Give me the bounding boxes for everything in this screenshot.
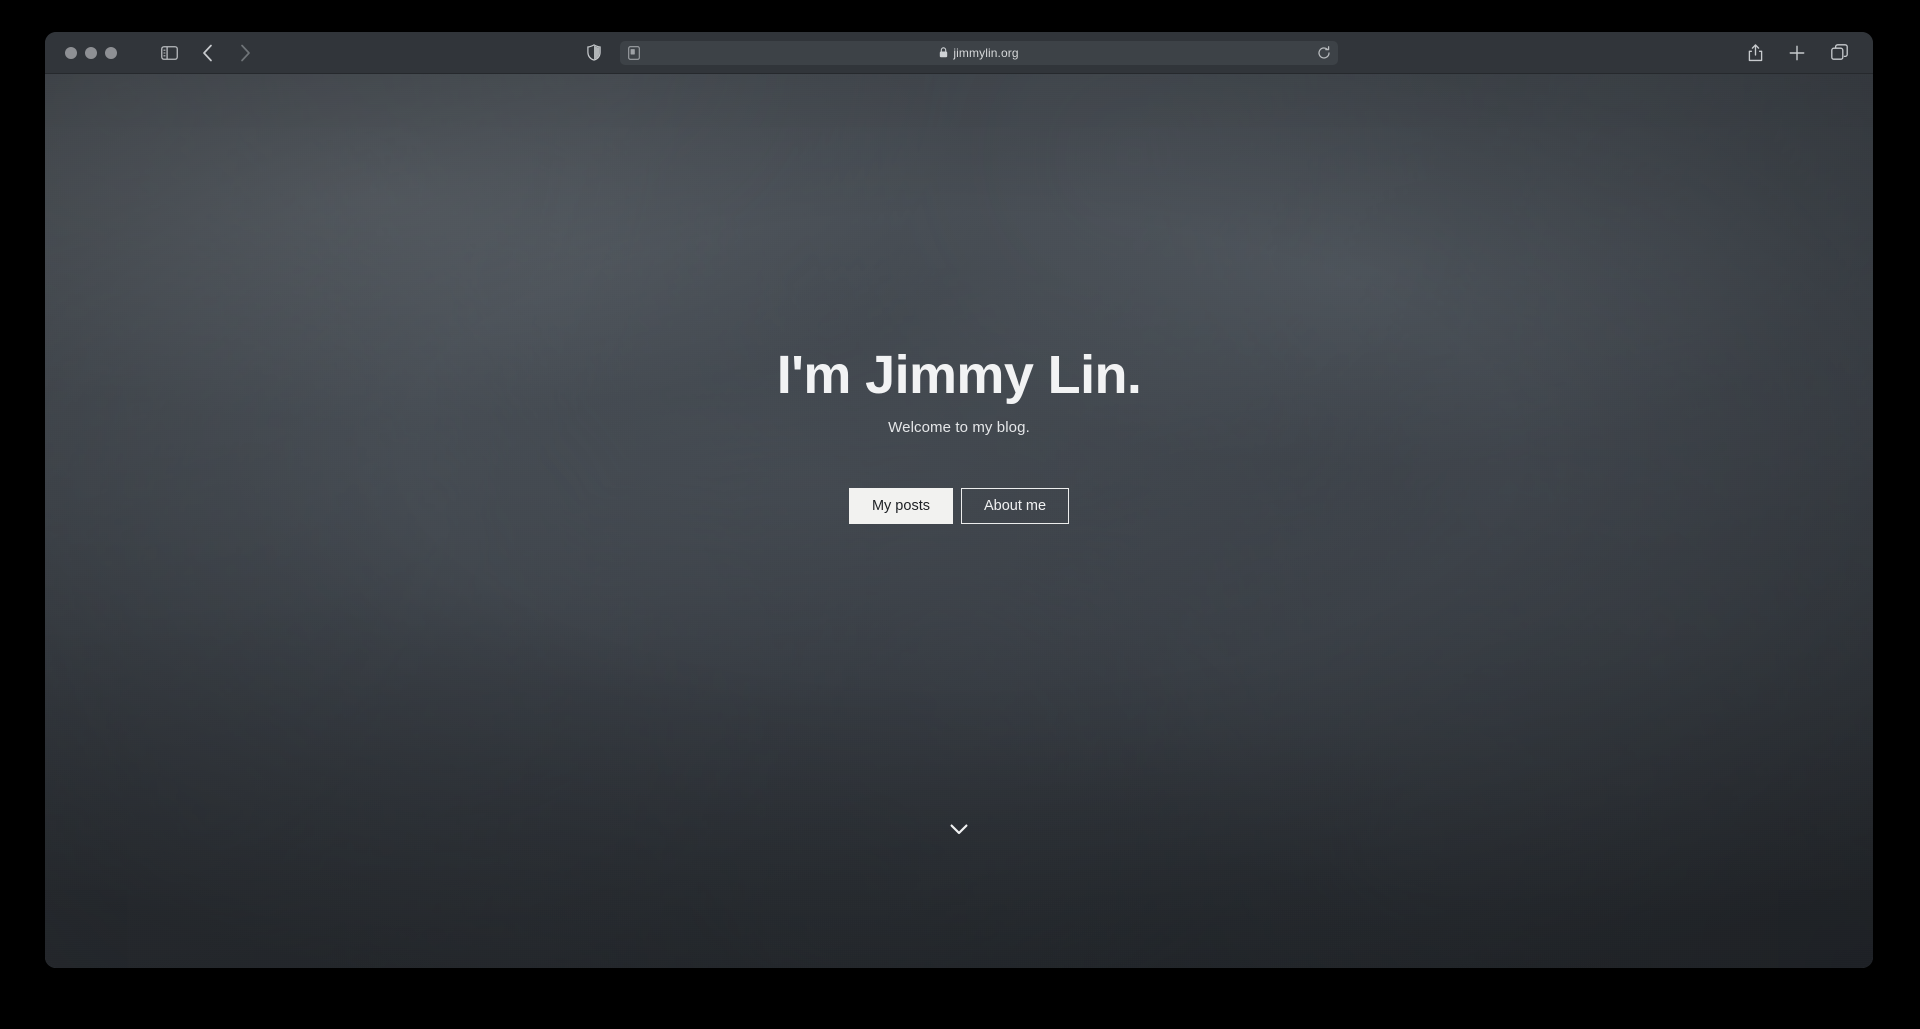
toolbar-center-group: jimmylin.org <box>45 32 1873 73</box>
hero-section: I'm Jimmy Lin. Welcome to my blog. My po… <box>45 345 1873 525</box>
chevron-down-icon <box>950 824 968 835</box>
lock-icon <box>940 47 948 58</box>
about-me-button[interactable]: About me <box>960 488 1070 525</box>
new-tab-button[interactable] <box>1783 39 1811 67</box>
chevron-left-icon <box>202 44 212 61</box>
browser-toolbar: jimmylin.org <box>45 32 1873 74</box>
sidebar-icon <box>160 45 178 60</box>
address-bar-content: jimmylin.org <box>939 45 1019 60</box>
reader-icon <box>628 45 640 60</box>
close-window-button[interactable] <box>65 46 77 59</box>
back-button[interactable] <box>193 39 221 67</box>
forward-button[interactable] <box>231 39 259 67</box>
my-posts-button[interactable]: My posts <box>848 488 953 525</box>
minimize-window-button[interactable] <box>85 46 97 59</box>
reader-view-button[interactable] <box>624 43 644 63</box>
share-button[interactable] <box>1741 39 1769 67</box>
page-subtitle: Welcome to my blog. <box>888 419 1030 437</box>
zoom-window-button[interactable] <box>105 46 117 59</box>
reload-button[interactable] <box>1314 43 1334 63</box>
page-title: I'm Jimmy Lin. <box>776 345 1142 405</box>
chevron-right-icon <box>240 44 250 61</box>
shield-icon <box>587 44 601 61</box>
page-viewport: I'm Jimmy Lin. Welcome to my blog. My po… <box>45 74 1873 968</box>
tab-overview-button[interactable] <box>1825 39 1853 67</box>
toolbar-right-controls <box>1741 39 1853 67</box>
browser-window: jimmylin.org I'm Jimmy Lin. Welcome to m… <box>45 32 1873 968</box>
privacy-report-button[interactable] <box>580 39 608 67</box>
address-bar[interactable]: jimmylin.org <box>620 40 1338 65</box>
plus-icon <box>1789 45 1805 60</box>
toolbar-left-controls <box>155 39 259 67</box>
traffic-light-group <box>65 46 117 59</box>
hero-button-group: My posts About me <box>45 488 1873 525</box>
reload-icon <box>1318 45 1330 59</box>
tab-overview-icon <box>1830 44 1848 60</box>
sidebar-toggle-button[interactable] <box>155 39 183 67</box>
scroll-down-button[interactable] <box>45 824 1873 835</box>
share-icon <box>1748 43 1762 61</box>
url-text: jimmylin.org <box>953 45 1019 60</box>
